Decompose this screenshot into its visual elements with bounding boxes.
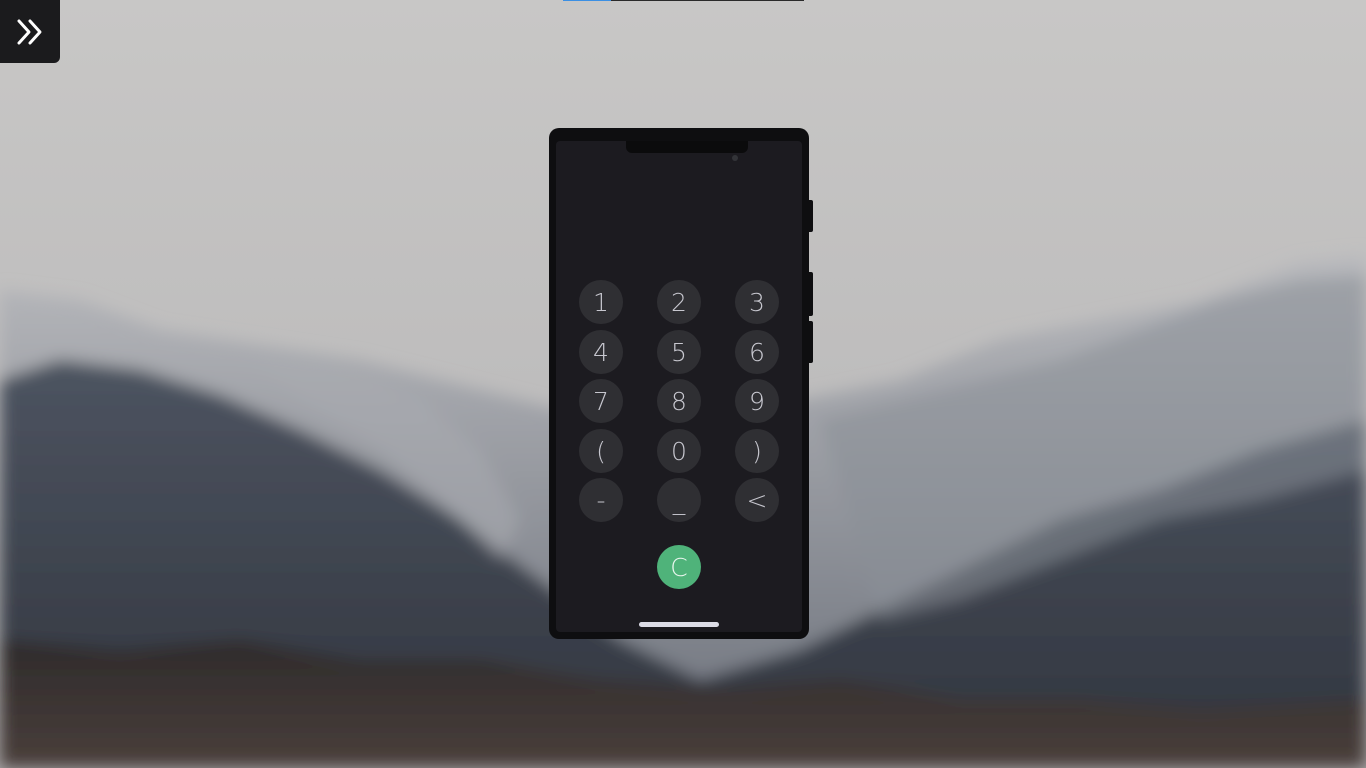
- key-5[interactable]: 5: [657, 330, 701, 374]
- key-open-paren[interactable]: (: [579, 429, 623, 473]
- home-indicator-bar[interactable]: [639, 622, 719, 627]
- key-6[interactable]: 6: [735, 330, 779, 374]
- phone-notch: [626, 141, 748, 153]
- menu-toggle-button[interactable]: [0, 0, 60, 63]
- camera-icon: [732, 155, 738, 161]
- phone-side-button: [809, 200, 813, 232]
- clear-button[interactable]: C: [657, 545, 701, 589]
- key-9[interactable]: 9: [735, 379, 779, 423]
- key-4[interactable]: 4: [579, 330, 623, 374]
- key-0[interactable]: 0: [657, 429, 701, 473]
- desktop-background: 1 2 3 4 5 6 7 8 9 ( 0 ) - _ < C: [0, 0, 1366, 768]
- key-1[interactable]: 1: [579, 280, 623, 324]
- backspace-key[interactable]: <: [735, 478, 779, 522]
- progress-bar-fill: [563, 0, 612, 1]
- key-8[interactable]: 8: [657, 379, 701, 423]
- phone-screen: 1 2 3 4 5 6 7 8 9 ( 0 ) - _ < C: [556, 141, 802, 632]
- double-chevron-right-icon: [17, 19, 42, 44]
- volume-down-button: [809, 321, 813, 363]
- progress-bar: [563, 0, 804, 1]
- key-close-paren[interactable]: ): [735, 429, 779, 473]
- key-7[interactable]: 7: [579, 379, 623, 423]
- key-3[interactable]: 3: [735, 280, 779, 324]
- key-underscore[interactable]: _: [657, 478, 701, 522]
- phone-device: 1 2 3 4 5 6 7 8 9 ( 0 ) - _ < C: [549, 128, 813, 639]
- key-2[interactable]: 2: [657, 280, 701, 324]
- key-hyphen[interactable]: -: [579, 478, 623, 522]
- volume-up-button: [809, 272, 813, 316]
